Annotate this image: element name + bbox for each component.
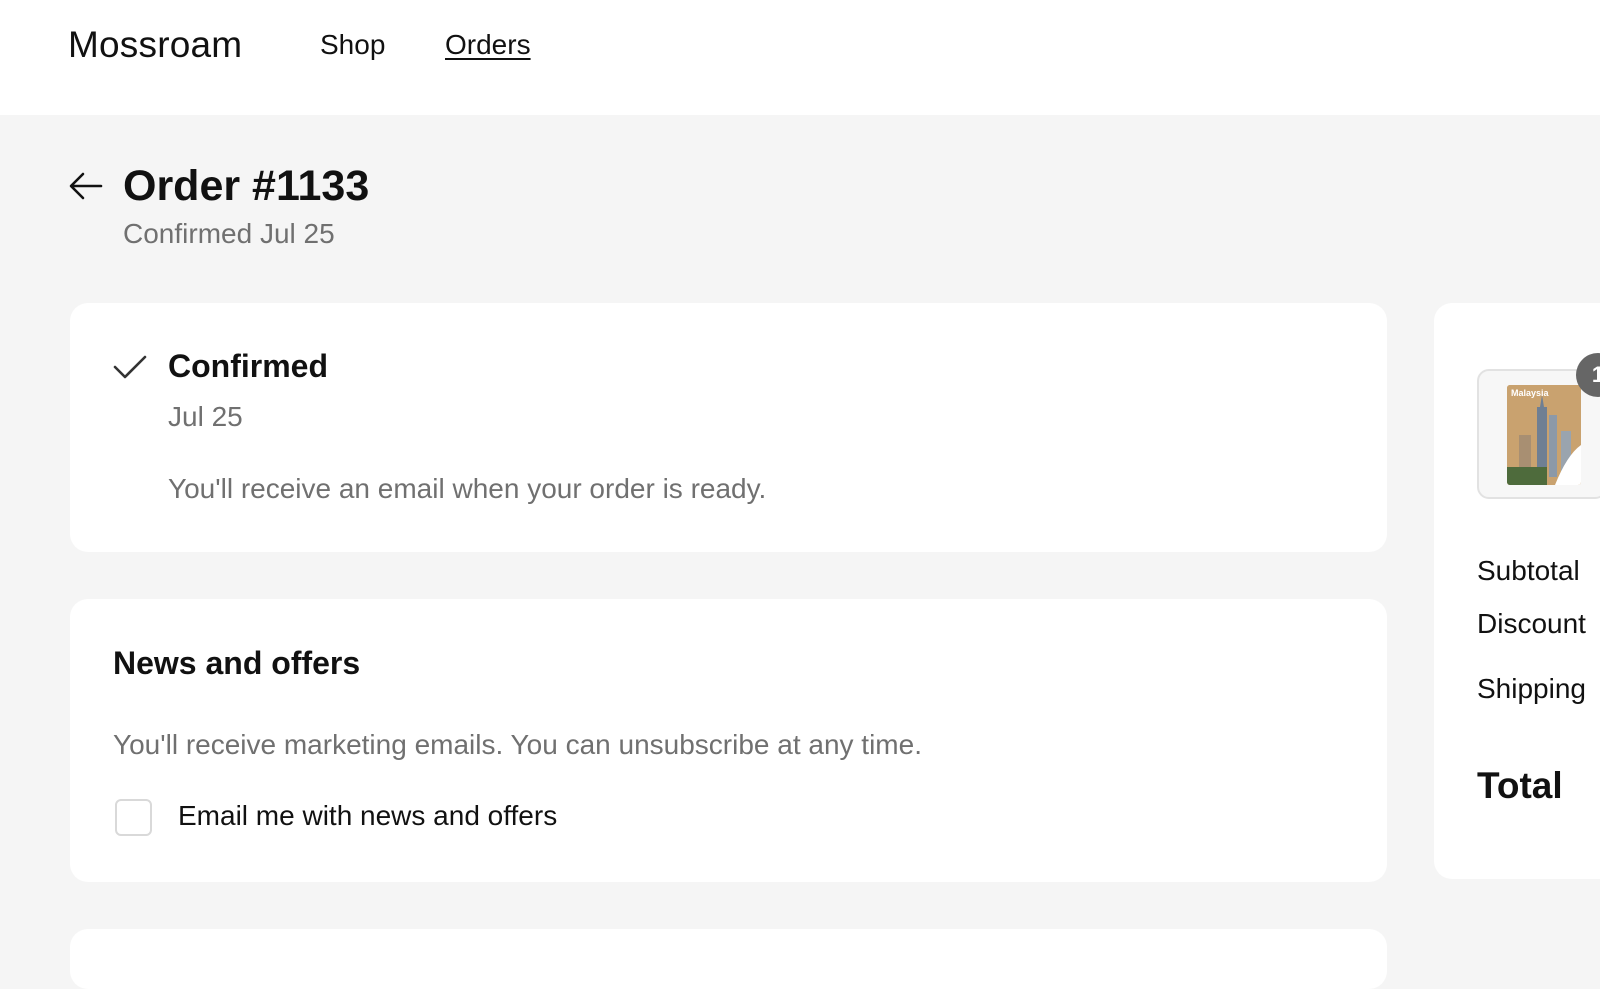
nav-shop-link[interactable]: Shop [320, 29, 385, 61]
news-offers-card: News and offers You'll receive marketing… [70, 599, 1387, 882]
news-title: News and offers [113, 645, 361, 681]
status-message: You'll receive an email when your order … [168, 473, 767, 504]
additional-card [70, 929, 1387, 989]
product-poster-label: Malaysia [1511, 388, 1549, 398]
checkmark-icon [112, 349, 148, 385]
arrow-left-icon[interactable] [68, 168, 104, 204]
total-label: Total [1477, 765, 1563, 806]
order-summary-card: Malaysia 1 Subtotal Discount Shipping To… [1434, 303, 1600, 879]
news-checkbox-label[interactable]: Email me with news and offers [178, 800, 557, 832]
nav-orders-link[interactable]: Orders [445, 29, 531, 61]
news-checkbox[interactable] [115, 799, 152, 836]
news-message: You'll receive marketing emails. You can… [113, 729, 922, 760]
top-navigation-bar: Mossroam Shop Orders [0, 0, 1600, 115]
subtotal-label: Subtotal [1477, 555, 1580, 586]
order-subtitle: Confirmed Jul 25 [123, 218, 335, 249]
order-title: Order #1133 [123, 162, 370, 210]
status-title: Confirmed [168, 348, 328, 384]
product-poster-image: Malaysia [1507, 385, 1581, 485]
shipping-label: Shipping [1477, 673, 1586, 704]
discount-label: Discount [1477, 608, 1586, 639]
brand-logo[interactable]: Mossroam [68, 24, 242, 66]
status-date: Jul 25 [168, 401, 243, 432]
order-status-card: Confirmed Jul 25 You'll receive an email… [70, 303, 1387, 552]
